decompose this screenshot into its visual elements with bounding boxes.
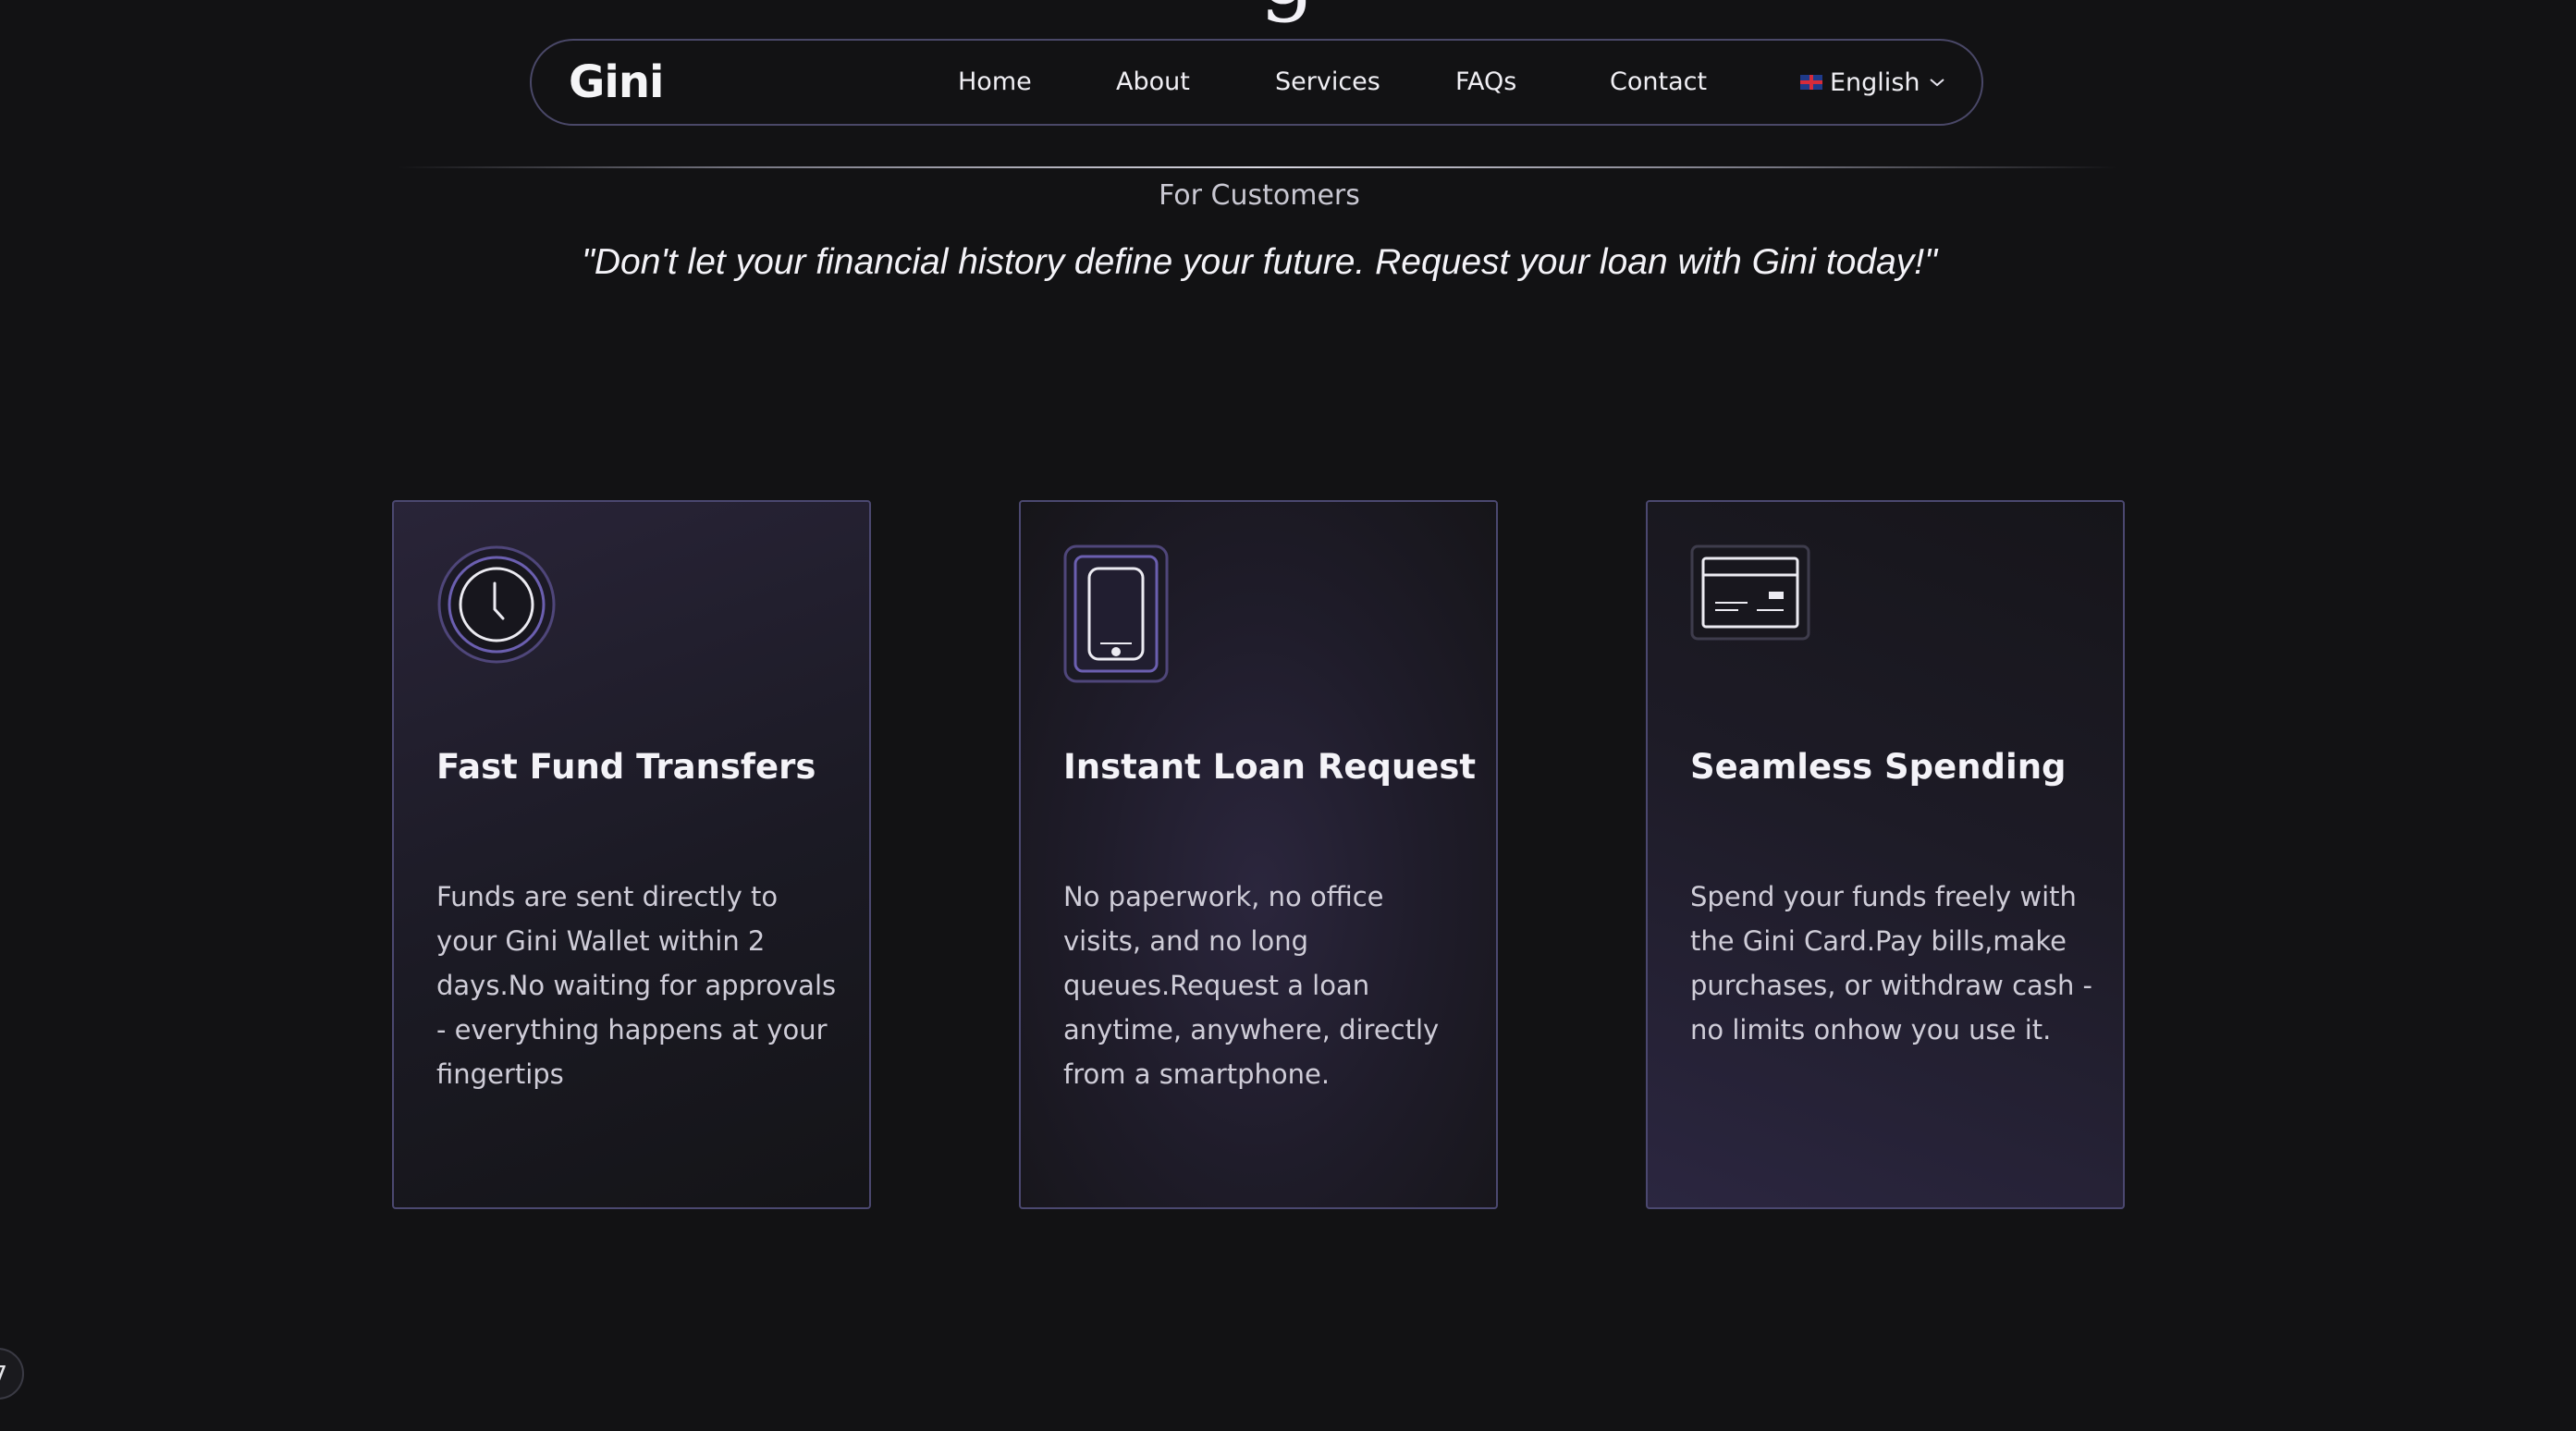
language-selector[interactable]: English xyxy=(1800,41,1946,124)
uk-flag-icon xyxy=(1800,75,1822,90)
card-description: Funds are sent directly to your Gini Wal… xyxy=(436,881,837,1090)
section-quote: "Don't let your financial history define… xyxy=(582,242,1937,282)
chevron-down-icon xyxy=(1929,79,1944,87)
section-heading-clipped: g xyxy=(0,0,2576,17)
nav-link-about[interactable]: About xyxy=(1116,41,1190,124)
feature-card-instant-loan-request: Instant Loan Request No paperwork, no of… xyxy=(1019,500,1498,1209)
card-description: Spend your funds freely with the Gini Ca… xyxy=(1690,881,2092,1046)
card-title: Fast Fund Transfers xyxy=(436,747,816,787)
clock-icon xyxy=(437,545,556,664)
card-title: Seamless Spending xyxy=(1690,747,2067,787)
smartphone-icon xyxy=(1063,544,1169,683)
nav-link-services[interactable]: Services xyxy=(1275,41,1380,124)
nav-link-home[interactable]: Home xyxy=(958,41,1032,124)
language-label: English xyxy=(1830,67,1920,97)
feature-card-fast-fund-transfers: Fast Fund Transfers Funds are sent direc… xyxy=(392,500,871,1209)
top-navigation: Gini Home About Services FAQs Contact En… xyxy=(530,39,1983,126)
logo[interactable]: Gini xyxy=(569,41,664,124)
card-title: Instant Loan Request xyxy=(1063,747,1477,787)
section-eyebrow: For Customers xyxy=(1159,179,1360,212)
floating-badge[interactable]: 7 xyxy=(0,1348,24,1400)
card-icon xyxy=(1690,544,1810,641)
feature-card-seamless-spending: Seamless Spending Spend your funds freel… xyxy=(1646,500,2125,1209)
card-description: No paperwork, no office visits, and no l… xyxy=(1063,881,1440,1090)
section-divider xyxy=(398,166,2117,168)
nav-link-contact[interactable]: Contact xyxy=(1610,41,1707,124)
nav-link-faqs[interactable]: FAQs xyxy=(1455,41,1516,124)
